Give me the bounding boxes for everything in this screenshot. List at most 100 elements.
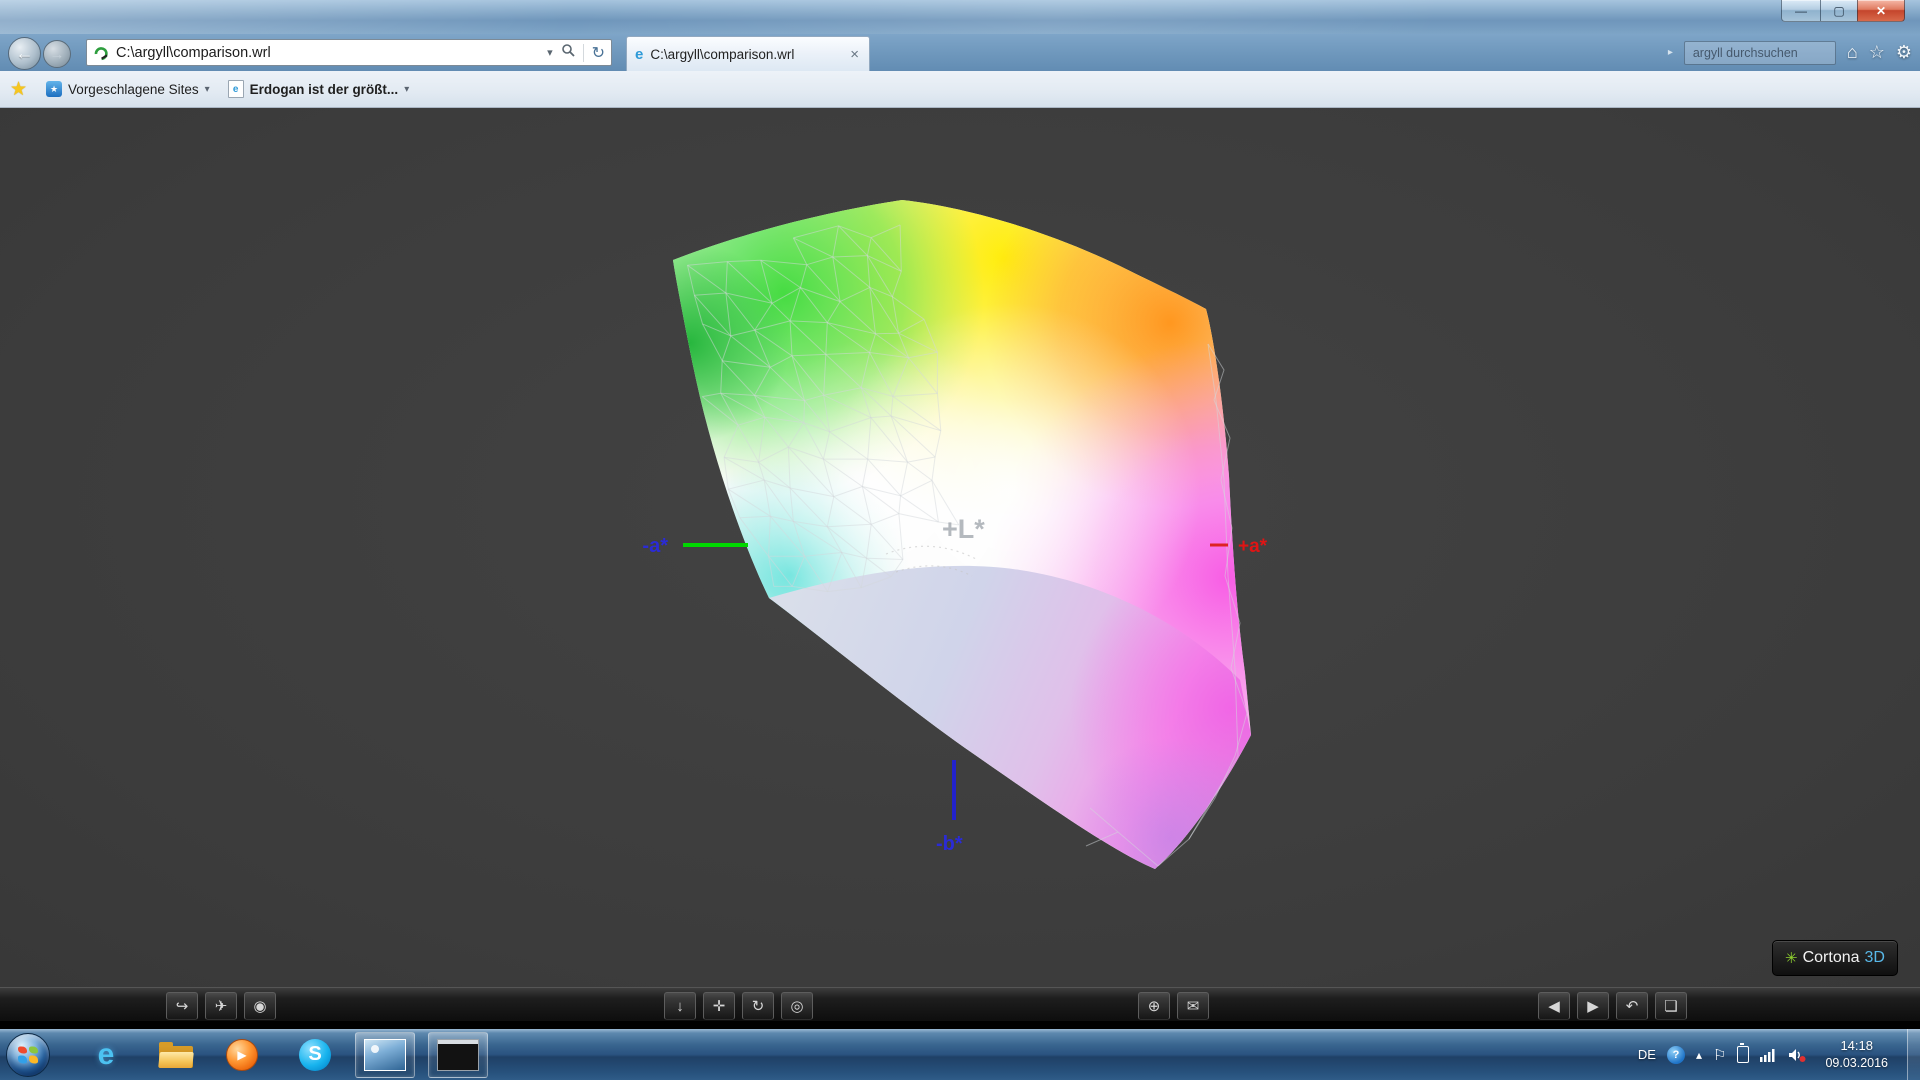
search-box[interactable]: argyll durchsuchen <box>1683 40 1836 65</box>
address-bar[interactable]: C:\argyll\comparison.wrl ▾ ↻ <box>86 39 612 66</box>
toolbar-view-group: ⊕ ✉ <box>1138 992 1209 1020</box>
refresh-icon[interactable]: ↻ <box>592 43 605 63</box>
taskbar-clock[interactable]: 14:18 09.03.2016 <box>1825 1038 1888 1071</box>
battery-icon[interactable] <box>1737 1043 1750 1063</box>
chevron-down-icon: ▾ <box>404 83 410 95</box>
eye-icon: ◉ <box>253 998 267 1015</box>
cortona3d-logo: ✳ Cortona 3D <box>1772 940 1898 976</box>
taskbar-window-image-viewer[interactable] <box>355 1031 415 1078</box>
action-center-flag-icon[interactable]: ⚐ <box>1713 1046 1726 1064</box>
address-separator <box>582 43 584 62</box>
forward-button[interactable]: → <box>43 40 71 68</box>
next-view-button[interactable]: ▶ <box>1577 992 1609 1020</box>
back-button[interactable]: ← <box>8 37 41 70</box>
search-provider-caret-icon[interactable]: ▸ <box>1668 47 1673 58</box>
help-icon[interactable]: ? <box>1666 1045 1685 1064</box>
target-icon: ⊕ <box>1147 998 1161 1015</box>
viewpoint-button[interactable]: ✉ <box>1177 992 1209 1020</box>
clock-time: 14:18 <box>1840 1037 1873 1053</box>
toolbar-history-group: ◀ ▶ ↶ ❏ <box>1538 992 1687 1020</box>
axis-label-neg-b: -b* <box>936 833 963 855</box>
desktop: — ▢ ✕ ← → C:\argyll\comparison.wrl ▾ ↻ e… <box>0 0 1920 1080</box>
taskbar-internet-explorer-icon[interactable]: e <box>84 1033 128 1077</box>
axis-label-pos-a: +a* <box>1238 536 1268 557</box>
network-signal-icon[interactable] <box>1760 1047 1777 1062</box>
search-box-text: argyll durchsuchen <box>1692 45 1798 60</box>
taskbar-explorer-folder-icon[interactable] <box>154 1033 198 1077</box>
favorites-star-icon[interactable]: ☆ <box>1869 42 1885 63</box>
clock-date: 09.03.2016 <box>1825 1055 1888 1070</box>
settings-gear-icon[interactable]: ⚙ <box>1896 42 1912 63</box>
home-icon[interactable]: ⌂ <box>1847 42 1858 63</box>
image-thumbnail <box>364 1038 406 1071</box>
taskbar-media-player-icon[interactable]: ▶ <box>220 1033 264 1077</box>
taskbar-window-console[interactable] <box>428 1031 488 1078</box>
previous-view-button[interactable]: ◀ <box>1538 992 1570 1020</box>
favorites-item-label: Vorgeschlagene Sites <box>68 81 199 97</box>
spin-button[interactable]: ◎ <box>781 992 813 1020</box>
minimize-button[interactable]: — <box>1781 0 1821 22</box>
search-icon[interactable] <box>561 43 575 62</box>
orbit-icon: ◎ <box>790 998 804 1015</box>
volume-speaker-icon[interactable] <box>1788 1047 1806 1063</box>
forward-arrow-icon: → <box>49 45 65 63</box>
back-arrow-icon: ← <box>15 43 34 63</box>
axis-label-pos-l: +L* <box>942 514 985 544</box>
right-arrow-icon: ▶ <box>1587 998 1599 1015</box>
page-favicon-icon <box>93 45 109 61</box>
favorites-bar-star-icon[interactable]: ★ <box>10 78 27 101</box>
down-arrow-icon: ↓ <box>676 997 684 1015</box>
webpage-icon: e <box>227 80 244 98</box>
maximize-button[interactable]: ▢ <box>1821 0 1857 22</box>
rotate-icon: ↻ <box>751 998 765 1015</box>
turn-button[interactable]: ↻ <box>742 992 774 1020</box>
play-icon: ▶ <box>226 1038 258 1071</box>
favorites-bar: ★ ★ Vorgeschlagene Sites ▾ e Erdogan ist… <box>0 71 1920 108</box>
fly-mode-button[interactable]: ✈ <box>205 992 237 1020</box>
cortona3d-viewport[interactable]: -a* +a* +L* -b* ✳ Cortona 3D <box>0 108 1920 987</box>
axis-label-neg-a: -a* <box>642 535 668 557</box>
hidden-icons-chevron-icon[interactable]: ▴ <box>1696 1048 1702 1062</box>
suggested-sites-icon: ★ <box>46 81 63 97</box>
left-arrow-icon: ◀ <box>1548 998 1560 1015</box>
tab-favicon-icon: e <box>635 45 644 63</box>
tab-title: C:\argyll\comparison.wrl <box>650 46 795 62</box>
cortona-sparkle-icon: ✳ <box>1785 950 1798 967</box>
folder-front <box>158 1051 194 1068</box>
walk-mode-button[interactable]: ↪ <box>166 992 198 1020</box>
favorites-item-vorgeschlagene-sites[interactable]: ★ Vorgeschlagene Sites ▾ <box>37 77 219 101</box>
walk-icon: ↪ <box>175 998 189 1015</box>
toolbar-navigation-group: ↪ ✈ ◉ <box>166 992 276 1020</box>
cortona-logo-3d: 3D <box>1864 949 1885 966</box>
toolbar-movement-group: ↓ ✛ ↻ ◎ <box>664 992 813 1020</box>
window-titlebar[interactable]: — ▢ ✕ <box>0 0 1920 35</box>
fit-view-button[interactable]: ⊕ <box>1138 992 1170 1020</box>
show-desktop-button[interactable] <box>1907 1029 1920 1080</box>
browser-navigation-bar: ← → C:\argyll\comparison.wrl ▾ ↻ e C:\ar… <box>0 34 1920 72</box>
pan-cross-icon: ✛ <box>712 998 726 1015</box>
window-controls: — ▢ ✕ <box>1781 0 1905 22</box>
chevron-down-icon: ▾ <box>204 83 210 95</box>
address-dropdown-icon[interactable]: ▾ <box>547 46 553 59</box>
close-button[interactable]: ✕ <box>1857 0 1905 22</box>
system-tray: DE ? ▴ ⚐ 14:18 09.03.2016 <box>1638 1029 1920 1080</box>
tab-close-icon[interactable]: × <box>848 46 861 63</box>
windows-logo-icon <box>18 1046 38 1063</box>
gamut-3d-model[interactable]: -a* +a* +L* -b* <box>0 108 1920 987</box>
pan-button[interactable]: ✛ <box>703 992 735 1020</box>
start-button[interactable] <box>6 1032 50 1077</box>
examine-mode-button[interactable]: ◉ <box>244 992 276 1020</box>
favorites-item-label: Erdogan ist der größt... <box>249 81 399 97</box>
goto-button[interactable]: ↓ <box>664 992 696 1020</box>
language-indicator[interactable]: DE <box>1638 1047 1656 1062</box>
restore-view-button[interactable]: ↶ <box>1616 992 1648 1020</box>
favorites-item-erdogan[interactable]: e Erdogan ist der größt... ▾ <box>219 76 419 102</box>
browser-tab[interactable]: e C:\argyll\comparison.wrl × <box>626 36 870 71</box>
fly-icon: ✈ <box>214 998 228 1015</box>
fullscreen-button[interactable]: ❏ <box>1655 992 1687 1020</box>
cortona3d-toolbar: ↪ ✈ ◉ ↓ ✛ ↻ ◎ ⊕ ✉ ◀ ▶ ↶ ❏ <box>0 987 1920 1022</box>
skype-s-icon: S <box>299 1038 331 1071</box>
undo-icon: ↶ <box>1625 998 1639 1015</box>
taskbar-skype-icon[interactable]: S <box>293 1033 337 1077</box>
console-thumbnail <box>437 1038 479 1071</box>
